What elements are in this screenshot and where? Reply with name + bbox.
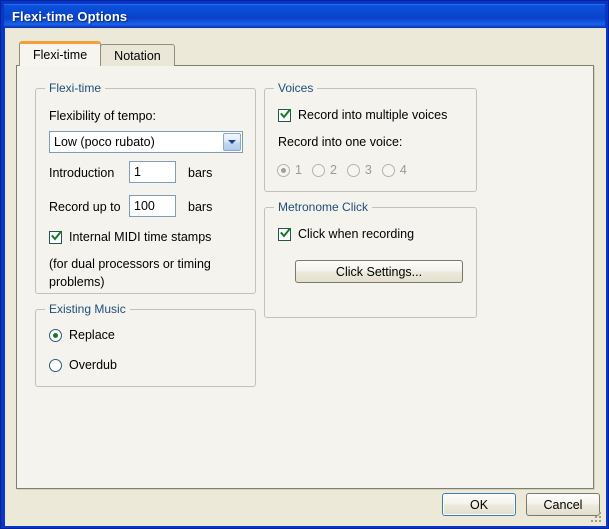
record-into-multiple-voices-label: Record into multiple voices — [298, 108, 448, 122]
group-voices-legend: Voices — [274, 81, 318, 95]
flexibility-of-tempo-value: Low (poco rubato) — [54, 135, 155, 149]
radio-existing-music-overdub-label: Overdub — [69, 358, 117, 372]
group-flexi-time-legend: Flexi-time — [45, 81, 106, 95]
radio-voice-4[interactable]: 4 — [381, 163, 407, 177]
internal-midi-time-stamps-label: Internal MIDI time stamps — [69, 230, 212, 244]
record-into-multiple-voices-checkbox[interactable]: Record into multiple voices — [278, 108, 447, 122]
record-up-to-input[interactable]: 100 — [129, 195, 176, 217]
group-metronome-click-legend: Metronome Click — [274, 200, 373, 214]
tab-notation-label: Notation — [114, 48, 161, 63]
radio-existing-music-replace[interactable]: Replace — [49, 328, 115, 342]
title-bar: Flexi-time Options — [4, 4, 605, 27]
record-into-one-voice-label: Record into one voice: — [278, 135, 403, 149]
ok-button-label: OK — [469, 497, 489, 512]
radio-voice-2[interactable]: 2 — [311, 163, 337, 177]
checkbox-icon — [49, 230, 62, 244]
introduction-label: Introduction — [49, 166, 115, 180]
record-up-to-label: Record up to — [49, 200, 121, 214]
checkmark-icon — [280, 108, 291, 119]
tab-flexi-time[interactable]: Flexi-time — [19, 41, 102, 66]
radio-icon — [49, 328, 62, 342]
group-existing-music-legend: Existing Music — [45, 302, 130, 316]
radio-icon — [346, 163, 360, 177]
checkmark-icon — [280, 227, 291, 238]
radio-voice-4-label: 4 — [399, 163, 407, 177]
click-when-recording-label: Click when recording — [298, 227, 415, 241]
flexibility-of-tempo-select[interactable]: Low (poco rubato) — [49, 131, 243, 153]
midi-note-line-2: problems) — [49, 275, 105, 289]
tab-flexi-time-label: Flexi-time — [33, 47, 88, 62]
group-existing-music: Existing Music Replace Overdub — [35, 302, 256, 387]
radio-icon — [49, 358, 62, 372]
chevron-down-icon[interactable] — [223, 133, 241, 151]
radio-existing-music-overdub[interactable]: Overdub — [49, 358, 117, 372]
record-up-to-units: bars — [188, 200, 213, 214]
ok-button[interactable]: OK — [442, 493, 516, 516]
radio-voice-2-label: 2 — [329, 163, 337, 177]
group-flexi-time: Flexi-time Flexibility of tempo: Low (po… — [35, 81, 256, 294]
group-voices: Voices Record into multiple voices Recor… — [264, 81, 477, 192]
click-settings-button-label: Click Settings... — [335, 264, 423, 279]
introduction-value: 1 — [134, 165, 141, 179]
checkbox-icon — [278, 108, 291, 122]
click-when-recording-checkbox[interactable]: Click when recording — [278, 227, 414, 241]
checkmark-icon — [51, 230, 62, 241]
radio-existing-music-replace-label: Replace — [69, 328, 115, 342]
radio-voice-3[interactable]: 3 — [346, 163, 372, 177]
introduction-input[interactable]: 1 — [129, 161, 176, 183]
record-up-to-value: 100 — [134, 199, 155, 213]
checkbox-icon — [278, 227, 291, 241]
resize-grip-icon[interactable] — [590, 511, 602, 523]
window-title: Flexi-time Options — [12, 8, 128, 24]
radio-voice-1-label: 1 — [295, 163, 302, 177]
tab-strip: Flexi-time Notation — [19, 41, 175, 66]
radio-voice-1[interactable]: 1 — [277, 163, 302, 177]
dialog-window: Flexi-time Options Flexi-time Notation F… — [0, 0, 609, 529]
radio-icon — [277, 163, 290, 177]
internal-midi-time-stamps-checkbox[interactable]: Internal MIDI time stamps — [49, 230, 211, 244]
introduction-units: bars — [188, 166, 213, 180]
radio-voice-3-label: 3 — [364, 163, 372, 177]
tab-notation[interactable]: Notation — [100, 44, 175, 66]
dialog-client-area: Flexi-time Notation Flexi-time Flexibili… — [5, 28, 606, 526]
midi-note-line-1: (for dual processors or timing — [49, 257, 211, 271]
radio-icon — [311, 163, 325, 177]
flexibility-of-tempo-label: Flexibility of tempo: — [49, 109, 156, 123]
cancel-button-label: Cancel — [543, 497, 583, 512]
voice-number-radio-group: 1 2 3 4 — [277, 163, 417, 177]
cancel-button[interactable]: Cancel — [526, 493, 600, 516]
radio-icon — [381, 163, 395, 177]
click-settings-button[interactable]: Click Settings... — [295, 260, 463, 283]
tab-page-flexi-time: Flexi-time Flexibility of tempo: Low (po… — [16, 65, 594, 489]
group-metronome-click: Metronome Click Click when recording Cli… — [264, 200, 477, 318]
